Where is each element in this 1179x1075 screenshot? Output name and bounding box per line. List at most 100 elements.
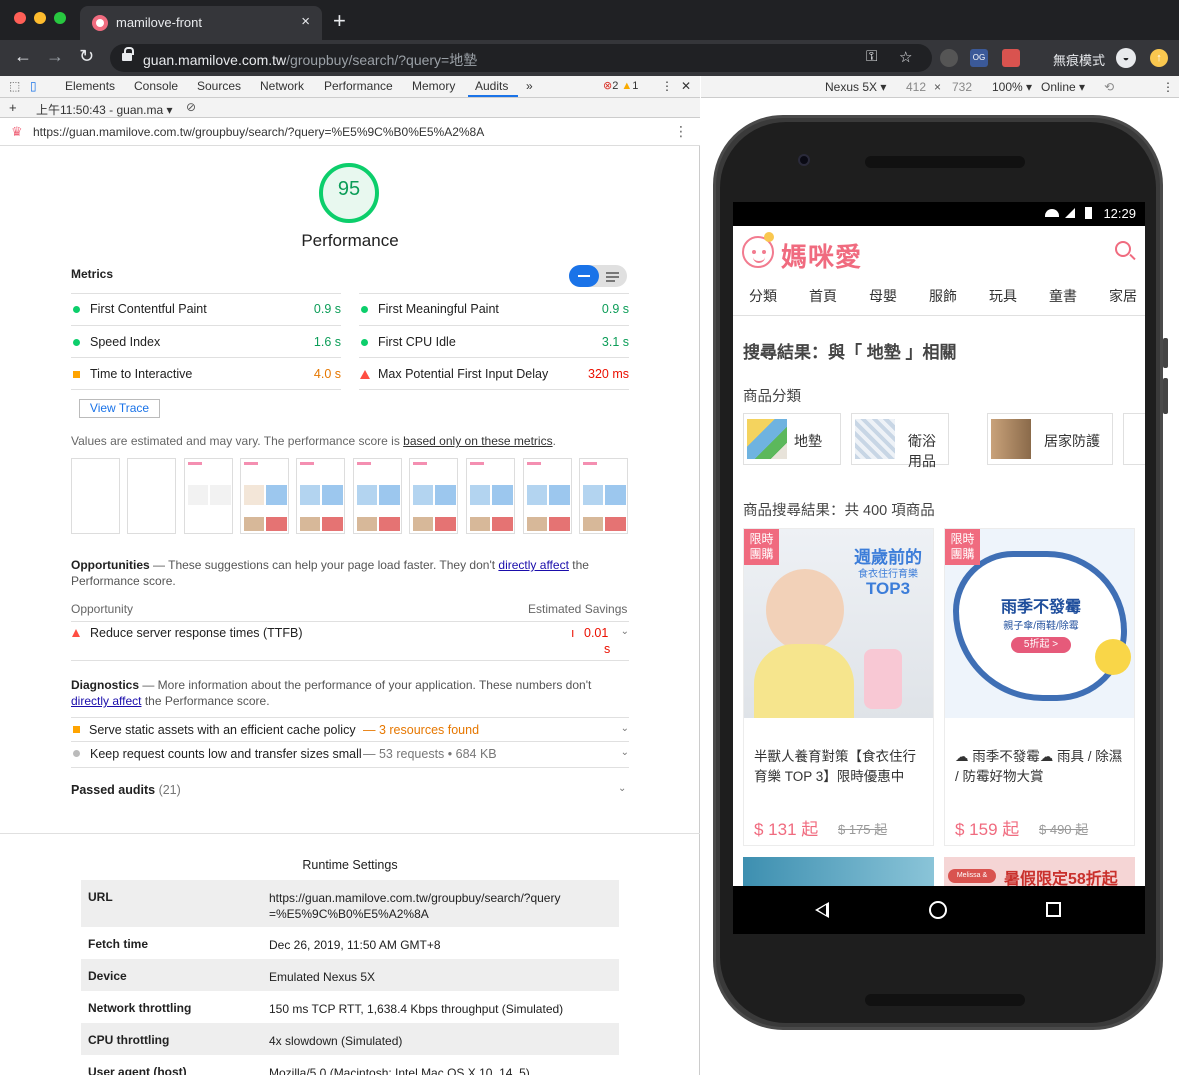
- diagnostic-cache-policy[interactable]: Serve static assets with an efficient ca…: [71, 723, 629, 741]
- clear-icon[interactable]: ⊘: [186, 100, 196, 114]
- nav-item-home-living[interactable]: 家居: [1109, 286, 1137, 306]
- tab-close-icon[interactable]: ×: [301, 13, 310, 30]
- extension-robot-icon[interactable]: [1002, 49, 1020, 67]
- inspect-icon[interactable]: ⬚: [9, 79, 20, 93]
- incognito-icon[interactable]: ◒: [1116, 48, 1136, 68]
- chevron-down-icon[interactable]: ⌄: [621, 723, 629, 734]
- nav-item-categories[interactable]: 分類: [749, 286, 777, 306]
- device-height[interactable]: 732: [952, 80, 972, 94]
- product-name[interactable]: ☁ 雨季不發霉☁ 雨具 / 除濕 / 防霉好物大賞: [955, 747, 1127, 787]
- new-audit-icon[interactable]: +: [9, 100, 17, 115]
- bookmark-star-icon[interactable]: ☆: [899, 48, 912, 66]
- metric-speed-index: Speed Index 1.6 s: [71, 335, 341, 355]
- opportunities-link[interactable]: directly affect: [498, 558, 568, 572]
- nav-item-toys[interactable]: 玩具: [989, 286, 1017, 306]
- back-icon[interactable]: [815, 902, 829, 918]
- audited-url-bar: ♛ https://guan.mamilove.com.tw/groupbuy/…: [0, 118, 700, 146]
- logo-text[interactable]: 媽咪愛: [781, 237, 862, 274]
- metrics-link[interactable]: based only on these metrics: [403, 434, 552, 448]
- report-menu-icon[interactable]: ⋮: [674, 123, 688, 140]
- nav-item-apparel[interactable]: 服飾: [929, 286, 957, 306]
- tab-performance[interactable]: Performance: [324, 79, 393, 93]
- chevron-down-icon[interactable]: ⌄: [621, 626, 629, 637]
- browser-tab[interactable]: mamilove-front ×: [80, 6, 322, 40]
- network-select[interactable]: Online ▾: [1041, 80, 1085, 94]
- search-icon[interactable]: [1115, 241, 1131, 257]
- category-card-bath[interactable]: 衛浴用品: [851, 413, 949, 469]
- diagnostic-request-counts[interactable]: Keep request counts low and transfer siz…: [71, 747, 629, 765]
- device-toggle-icon[interactable]: ▯: [30, 79, 37, 93]
- product-card-next[interactable]: Melissa & Doug 暑假限定58折起: [944, 857, 1135, 887]
- speaker: [865, 156, 1025, 168]
- device-select[interactable]: Nexus 5X ▾: [825, 80, 886, 94]
- opportunity-ttfb[interactable]: Reduce server response times (TTFB) ı 0.…: [71, 626, 629, 660]
- device-width[interactable]: 412: [906, 80, 926, 94]
- update-icon[interactable]: ↑: [1150, 49, 1168, 67]
- product-name[interactable]: 半獸人養育對策【食衣住行育樂 TOP 3】限時優惠中: [754, 747, 926, 787]
- audited-url[interactable]: https://guan.mamilove.com.tw/groupbuy/se…: [33, 125, 484, 139]
- error-count[interactable]: ⊗2 ▲1: [603, 79, 638, 92]
- devtools-menu-icon[interactable]: ⋮: [661, 79, 673, 93]
- new-tab-button[interactable]: +: [333, 8, 346, 34]
- tab-elements[interactable]: Elements: [65, 79, 115, 93]
- zoom-select[interactable]: 100% ▾: [992, 80, 1032, 94]
- product-card[interactable]: 雨季不發霉 親子傘/雨鞋/除霉 5折起 > 限時團購 ☁ 雨季不發霉☁ 雨具 /…: [944, 528, 1135, 846]
- metric-value: 3.1 s: [601, 335, 629, 349]
- battery-icon: [1085, 207, 1092, 219]
- key-icon[interactable]: ⚿: [866, 48, 877, 65]
- recent-apps-icon[interactable]: [1046, 902, 1061, 917]
- filmstrip-frame: [409, 458, 458, 534]
- device-menu-icon[interactable]: ⋮: [1162, 80, 1174, 94]
- chevron-down-icon[interactable]: ⌄: [618, 783, 626, 794]
- close-window-button[interactable]: [14, 12, 26, 24]
- chevron-down-icon[interactable]: ⌄: [621, 747, 629, 758]
- tab-memory[interactable]: Memory: [412, 79, 455, 93]
- audit-session-select[interactable]: 上午11:50:43 - guan.ma ▾: [36, 101, 173, 118]
- metric-name: Speed Index: [90, 335, 161, 349]
- metrics-view-toggle[interactable]: [569, 265, 627, 287]
- runtime-row-network: Network throttling 150 ms TCP RTT, 1,638…: [81, 991, 619, 1023]
- home-icon[interactable]: [929, 901, 947, 919]
- tab-audits[interactable]: Audits: [475, 79, 508, 93]
- tab-title: mamilove-front: [116, 15, 202, 30]
- banner-text: 暑假限定58折起: [1004, 871, 1118, 887]
- runtime-row-fetch-time: Fetch time Dec 26, 2019, 11:50 AM GMT+8: [81, 927, 619, 959]
- category-card-mat[interactable]: 地墊: [743, 413, 841, 465]
- address-url[interactable]: guan.mamilove.com.tw/groupbuy/search/?qu…: [143, 50, 477, 70]
- back-arrow-icon[interactable]: ←: [14, 46, 32, 67]
- tab-sources[interactable]: Sources: [197, 79, 241, 93]
- nav-item-mother-baby[interactable]: 母嬰: [869, 286, 897, 306]
- tab-console[interactable]: Console: [134, 79, 178, 93]
- metrics-heading: Metrics: [71, 267, 114, 281]
- device-toolbar: Nexus 5X ▾ 412 × 732 100% ▾ Online ▾ ⟲ ⋮: [701, 76, 1179, 98]
- devtools-tabbar: ⬚ ▯ Elements Console Sources Network Per…: [0, 76, 700, 98]
- dimension-separator: ×: [934, 80, 942, 94]
- banner-subtext: 食衣住行育樂: [858, 569, 918, 580]
- rotate-icon[interactable]: ⟲: [1104, 80, 1114, 94]
- nav-item-books[interactable]: 童書: [1049, 286, 1077, 306]
- extension-icon[interactable]: [940, 49, 958, 67]
- search-result-title: 搜尋結果：與「 地墊 」相關: [743, 343, 957, 362]
- diagnostics-link[interactable]: directly affect: [71, 694, 141, 708]
- view-trace-button[interactable]: View Trace: [79, 399, 160, 418]
- devtools-close-icon[interactable]: ✕: [681, 79, 691, 93]
- metric-name: Max Potential First Input Delay: [378, 367, 549, 381]
- runtime-value: Mozilla/5.0 (Macintosh; Intel Mac OS X 1…: [269, 1066, 530, 1075]
- minimize-window-button[interactable]: [34, 12, 46, 24]
- og-extension-icon[interactable]: OG: [970, 49, 988, 67]
- runtime-key: Network throttling: [88, 1001, 192, 1015]
- product-card[interactable]: 週歲前的 食衣住行育樂 TOP3 限時團購 半獸人養育對策【食衣住行育樂 TOP…: [743, 528, 934, 846]
- forward-arrow-icon[interactable]: →: [46, 46, 64, 67]
- maximize-window-button[interactable]: [54, 12, 66, 24]
- reload-icon[interactable]: ↻: [79, 46, 94, 67]
- passed-audits-toggle[interactable]: Passed audits (21): [71, 783, 181, 797]
- category-card-safety[interactable]: 居家防護: [987, 413, 1113, 465]
- filmstrip-frame: [523, 458, 572, 534]
- metric-name: First CPU Idle: [378, 335, 456, 349]
- more-tabs-icon[interactable]: »: [526, 79, 533, 93]
- nav-item-home[interactable]: 首頁: [809, 286, 837, 306]
- tab-network[interactable]: Network: [260, 79, 304, 93]
- product-card-next[interactable]: [743, 857, 934, 887]
- category-card-more[interactable]: [1123, 413, 1145, 465]
- address-bar[interactable]: guan.mamilove.com.tw/groupbuy/search/?qu…: [110, 44, 932, 72]
